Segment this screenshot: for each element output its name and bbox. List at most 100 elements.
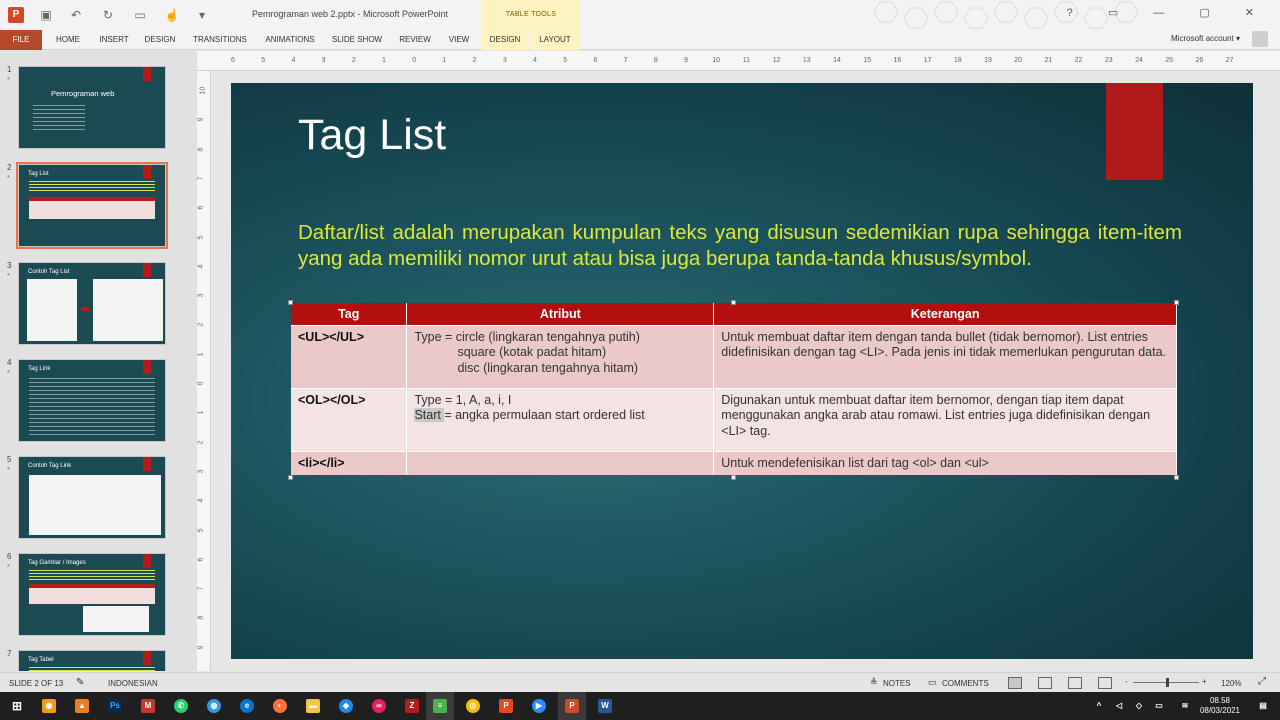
table-cell-attribute[interactable]: Type = circle (lingkaran tengahnya putih… bbox=[406, 324, 715, 388]
thumbnail-slide-2[interactable]: Tag List bbox=[16, 162, 168, 249]
tab-design[interactable]: DESIGN bbox=[142, 30, 178, 50]
comments-icon[interactable]: ▭ bbox=[928, 677, 937, 688]
app-icon-3[interactable]: ∞ bbox=[372, 699, 386, 713]
ruler-tick-label: 14 bbox=[833, 57, 841, 64]
slide-canvas[interactable]: Tag List Daftar/list adalah merupakan ku… bbox=[231, 83, 1253, 659]
app-icon-4[interactable]: P bbox=[499, 699, 513, 713]
table-cell-tag[interactable]: <OL></OL> bbox=[291, 387, 408, 451]
selection-handle[interactable] bbox=[1174, 475, 1179, 480]
table-cell-attribute[interactable] bbox=[406, 450, 715, 475]
chevron-up-icon[interactable]: ^ bbox=[1092, 699, 1106, 713]
table-header-cell[interactable]: Tag bbox=[291, 303, 408, 325]
animation-star-icon: * bbox=[7, 564, 10, 571]
table-cell-description[interactable]: Untuk membuat daftar item dengan tanda b… bbox=[713, 324, 1177, 388]
fit-to-window-icon[interactable]: ⤢ bbox=[1258, 676, 1266, 687]
tab-slide-show[interactable]: SLIDE SHOW bbox=[330, 30, 384, 50]
notepad-icon[interactable]: ≡ bbox=[433, 699, 447, 713]
zoom-out-button[interactable]: - bbox=[1125, 677, 1128, 686]
slide-body-text[interactable]: Daftar/list adalah merupakan kumpulan te… bbox=[298, 220, 1182, 272]
account-label: Microsoft account bbox=[1171, 34, 1234, 43]
ruler-tick-label: 4 bbox=[197, 498, 205, 503]
thumbnail-code-box bbox=[27, 279, 77, 341]
normal-view-button[interactable] bbox=[1008, 677, 1022, 689]
thumbnail-slide-1[interactable]: Pemrograman web bbox=[18, 66, 166, 149]
tab-table-design[interactable]: DESIGN bbox=[482, 30, 528, 50]
thumbnail-slide-4[interactable]: Tag Link bbox=[18, 359, 166, 442]
volume-icon[interactable]: ◁ bbox=[1112, 699, 1126, 713]
tab-transitions[interactable]: TRANSITIONS bbox=[190, 30, 250, 50]
thumbnail-slide-7[interactable]: Tag Tabel bbox=[18, 650, 166, 671]
ruler-tick-label: 19 bbox=[984, 57, 992, 64]
thumbnail-number: 5 bbox=[7, 455, 12, 464]
table-header-cell[interactable]: Keterangan bbox=[713, 303, 1177, 325]
photoshop-icon[interactable]: Ps bbox=[108, 699, 122, 713]
tab-table-layout[interactable]: LAYOUT bbox=[530, 30, 580, 50]
thumbnail-slide-6[interactable]: Tag Gambar / Images bbox=[18, 553, 166, 636]
app-icon-2[interactable]: ◆ bbox=[339, 699, 353, 713]
zoom-in-button[interactable]: + bbox=[1202, 677, 1207, 686]
ruler-tick-label: 8 bbox=[653, 57, 658, 64]
slide-title[interactable]: Tag List bbox=[298, 111, 446, 160]
notes-button[interactable]: NOTES bbox=[883, 679, 911, 688]
notes-icon[interactable]: ≜ bbox=[870, 677, 878, 688]
thumbnail-slide-5[interactable]: Contoh Tag Link bbox=[18, 456, 166, 539]
chrome-icon[interactable]: ◎ bbox=[466, 699, 480, 713]
table-cell-tag[interactable]: <li></li> bbox=[291, 450, 408, 475]
ruler-tick-label: 4 bbox=[291, 57, 296, 64]
tab-file[interactable]: FILE bbox=[0, 30, 42, 50]
system-clock[interactable]: 08.58 08/03/2021 bbox=[1200, 696, 1240, 716]
zoom-icon[interactable]: ▶ bbox=[532, 699, 546, 713]
tag-list-table[interactable]: Tag Atribut Keterangan <UL></UL> Type = … bbox=[291, 303, 1177, 475]
slide-red-accent-bar bbox=[1106, 83, 1163, 180]
table-cell-tag[interactable]: <UL></UL> bbox=[291, 324, 408, 388]
tab-home[interactable]: HOME bbox=[50, 30, 86, 50]
selection-handle[interactable] bbox=[288, 300, 293, 305]
thumbnail-red-bar bbox=[143, 165, 151, 179]
selection-handle[interactable] bbox=[731, 475, 736, 480]
thumbnail-slide-3[interactable]: Contoh Tag List bbox=[18, 262, 166, 345]
windows-taskbar: ⊞ ◉ ▲ Ps M ✆ ◍ e ◐ ▬ ◆ ∞ Z ≡ ◎ P ▶ P W ^… bbox=[0, 692, 1280, 720]
ruler-tick-label: 15 bbox=[863, 57, 872, 64]
wifi-icon[interactable]: ≋ bbox=[1178, 699, 1192, 713]
window-controls[interactable]: ? ▭ — ▢ ✕ bbox=[1067, 6, 1270, 19]
table-row: <li></li> Untuk mendefenisikan list dari… bbox=[291, 450, 1177, 475]
zoom-slider-handle[interactable] bbox=[1166, 678, 1169, 687]
slide-show-view-button[interactable] bbox=[1098, 677, 1112, 689]
account-menu[interactable]: Microsoft account ▾ bbox=[1171, 34, 1240, 43]
selection-handle[interactable] bbox=[731, 300, 736, 305]
mega-icon[interactable]: M bbox=[141, 699, 155, 713]
powerpoint-icon[interactable]: P bbox=[565, 699, 579, 713]
windows-start-icon[interactable]: ⊞ bbox=[10, 699, 24, 713]
zoom-level[interactable]: 120% bbox=[1221, 679, 1241, 688]
reading-view-button[interactable] bbox=[1068, 677, 1082, 689]
network-icon[interactable]: ◇ bbox=[1132, 699, 1146, 713]
tab-view[interactable]: VIEW bbox=[444, 30, 474, 50]
word-icon[interactable]: W bbox=[598, 699, 612, 713]
tab-insert[interactable]: INSERT bbox=[96, 30, 132, 50]
table-cell-attribute[interactable]: Type = 1, A, a, i, I Start = angka permu… bbox=[406, 387, 715, 451]
comments-button[interactable]: COMMENTS bbox=[942, 679, 989, 688]
avatar[interactable] bbox=[1252, 31, 1268, 47]
table-cell-description[interactable]: Untuk mendefenisikan list dari tag <ol> … bbox=[713, 450, 1177, 475]
slide-sorter-view-button[interactable] bbox=[1038, 677, 1052, 689]
selection-handle[interactable] bbox=[1174, 300, 1179, 305]
filezilla-icon[interactable]: Z bbox=[405, 699, 419, 713]
table-header-row: Tag Atribut Keterangan bbox=[291, 303, 1177, 325]
file-explorer-icon[interactable]: ▬ bbox=[306, 699, 320, 713]
whatsapp-icon[interactable]: ✆ bbox=[174, 699, 188, 713]
edge-icon[interactable]: e bbox=[240, 699, 254, 713]
tab-review[interactable]: REVIEW bbox=[396, 30, 434, 50]
browser-icon[interactable]: ◍ bbox=[207, 699, 221, 713]
ruler-tick-label: 5 bbox=[563, 57, 568, 64]
firefox-icon[interactable]: ◐ bbox=[273, 699, 287, 713]
language-indicator[interactable]: INDONESIAN bbox=[108, 679, 158, 688]
app-icon-1[interactable]: ◉ bbox=[42, 699, 56, 713]
table-header-cell[interactable]: Atribut bbox=[406, 303, 715, 325]
vlc-icon[interactable]: ▲ bbox=[75, 699, 89, 713]
battery-icon[interactable]: ▭ bbox=[1152, 699, 1166, 713]
notification-icon[interactable]: ▤ bbox=[1256, 699, 1270, 713]
table-cell-description[interactable]: Digunakan untuk membuat daftar item bern… bbox=[713, 387, 1177, 451]
spellcheck-icon[interactable]: ✎ bbox=[76, 677, 84, 688]
selection-handle[interactable] bbox=[288, 475, 293, 480]
tab-animations[interactable]: ANIMATIONS bbox=[260, 30, 320, 50]
